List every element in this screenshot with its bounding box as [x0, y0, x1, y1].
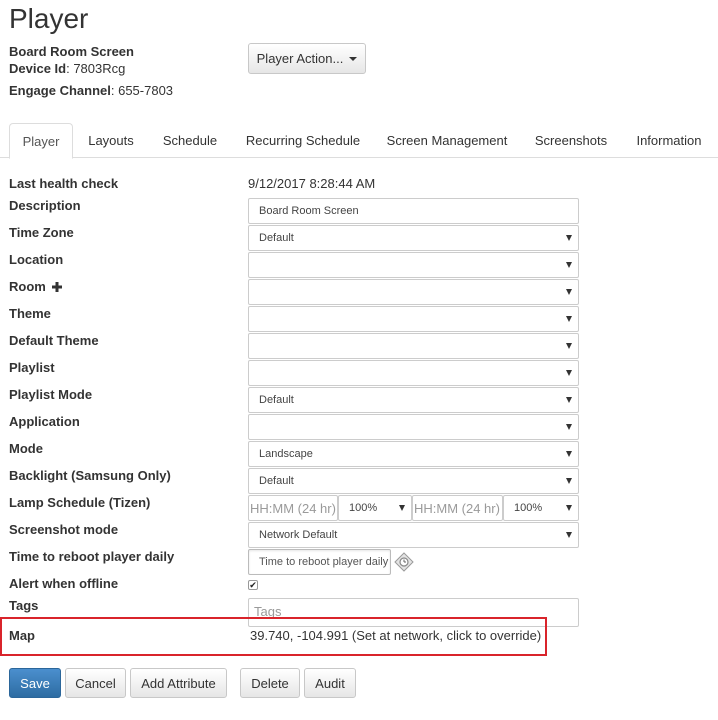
- tab-player[interactable]: Player: [9, 123, 73, 159]
- room-label-text: Room: [9, 279, 46, 294]
- dropdown-arrow-icon: [566, 478, 572, 484]
- last-health-check-label: Last health check: [9, 176, 119, 191]
- lamp-end-time-placeholder: HH:MM (24 hr): [414, 500, 500, 516]
- caret-down-icon: [349, 56, 358, 61]
- theme-select[interactable]: [248, 306, 579, 332]
- dropdown-arrow-icon: [566, 343, 572, 349]
- playlist-label: Playlist: [9, 360, 55, 375]
- device-id-line: Device Id: 7803Rcg: [9, 61, 126, 76]
- playlist-select[interactable]: [248, 360, 579, 386]
- dropdown-arrow-icon: [566, 235, 572, 241]
- dropdown-arrow-icon: [566, 370, 572, 376]
- dropdown-arrow-icon: [566, 397, 572, 403]
- dropdown-arrow-icon: [566, 532, 572, 538]
- engage-channel-value: 655-7803: [118, 83, 174, 98]
- time-zone-select[interactable]: Default: [248, 225, 579, 251]
- backlight-select[interactable]: Default: [248, 468, 579, 494]
- mode-label: Mode: [9, 441, 43, 456]
- tab-screen-management[interactable]: Screen Management: [380, 123, 514, 158]
- backlight-label: Backlight (Samsung Only): [9, 468, 171, 483]
- time-zone-value: Default: [259, 232, 294, 244]
- tab-layouts[interactable]: Layouts: [80, 123, 142, 158]
- mode-value: Landscape: [259, 448, 313, 460]
- screenshot-mode-select[interactable]: Network Default: [248, 522, 579, 548]
- tags-label: Tags: [9, 598, 39, 613]
- dropdown-arrow-icon: [399, 505, 405, 511]
- dropdown-arrow-icon: [566, 316, 572, 322]
- backlight-value: Default: [259, 475, 294, 487]
- engage-channel-label: Engage Channel: [9, 83, 111, 98]
- alert-offline-label: Alert when offline: [9, 576, 119, 591]
- description-input[interactable]: Board Room Screen: [248, 198, 579, 224]
- default-theme-label: Default Theme: [9, 333, 99, 348]
- dropdown-arrow-icon: [566, 424, 572, 430]
- room-label: Room: [9, 279, 63, 294]
- reboot-time-placeholder: Time to reboot player daily: [259, 556, 389, 568]
- lamp-start-level-value: 100%: [349, 502, 378, 514]
- location-label: Location: [9, 252, 64, 267]
- tab-bar: Player Layouts Schedule Recurring Schedu…: [0, 123, 718, 159]
- lamp-start-level-select[interactable]: 100%: [338, 495, 412, 521]
- description-value: Board Room Screen: [259, 205, 359, 217]
- playlist-mode-value: Default: [259, 394, 294, 406]
- device-id-value: 7803Rcg: [73, 61, 126, 76]
- dropdown-arrow-icon: [566, 505, 572, 511]
- player-action-label: Player Action...: [256, 51, 344, 66]
- plus-icon[interactable]: [52, 282, 63, 292]
- dropdown-arrow-icon: [566, 262, 572, 268]
- engage-channel-line: Engage Channel: 655-7803: [9, 83, 174, 98]
- description-label: Description: [9, 198, 81, 213]
- location-select[interactable]: [248, 252, 579, 278]
- tab-information[interactable]: Information: [628, 123, 710, 158]
- tab-recurring-schedule[interactable]: Recurring Schedule: [238, 123, 368, 158]
- screenshot-mode-value: Network Default: [259, 529, 338, 541]
- playlist-mode-select[interactable]: Default: [248, 387, 579, 413]
- time-zone-label: Time Zone: [9, 225, 74, 240]
- tab-schedule[interactable]: Schedule: [155, 123, 225, 158]
- time-picker-icon[interactable]: [394, 552, 414, 572]
- reboot-time-input[interactable]: Time to reboot player daily: [248, 549, 391, 575]
- delete-button[interactable]: Delete: [240, 668, 300, 698]
- playlist-mode-label: Playlist Mode: [9, 387, 93, 402]
- tab-screenshots[interactable]: Screenshots: [528, 123, 614, 158]
- audit-button[interactable]: Audit: [304, 668, 356, 698]
- player-action-button[interactable]: Player Action...: [248, 43, 366, 74]
- page-title: Player: [9, 3, 89, 34]
- mode-select[interactable]: Landscape: [248, 441, 579, 467]
- dropdown-arrow-icon: [566, 451, 572, 457]
- alert-offline-checkbox[interactable]: ✔: [248, 580, 258, 590]
- lamp-schedule-label: Lamp Schedule (Tizen): [9, 495, 151, 510]
- device-id-label: Device Id: [9, 61, 67, 76]
- lamp-end-time-input[interactable]: HH:MM (24 hr): [412, 495, 503, 521]
- lamp-start-time-placeholder: HH:MM (24 hr): [250, 500, 336, 516]
- add-attribute-button[interactable]: Add Attribute: [130, 668, 227, 698]
- reboot-time-label: Time to reboot player daily: [9, 549, 175, 564]
- lamp-end-level-value: 100%: [514, 502, 543, 514]
- application-label: Application: [9, 414, 80, 429]
- lamp-start-time-input[interactable]: HH:MM (24 hr): [248, 495, 338, 521]
- save-button[interactable]: Save: [9, 668, 61, 698]
- map-highlight-box: [0, 617, 547, 656]
- theme-label: Theme: [9, 306, 51, 321]
- check-icon: ✔: [249, 579, 257, 590]
- screenshot-mode-label: Screenshot mode: [9, 522, 119, 537]
- lamp-end-level-select[interactable]: 100%: [503, 495, 579, 521]
- room-select[interactable]: [248, 279, 579, 305]
- last-health-check-value: 9/12/2017 8:28:44 AM: [248, 176, 376, 191]
- device-name: Board Room Screen: [9, 44, 134, 59]
- dropdown-arrow-icon: [566, 289, 572, 295]
- default-theme-select[interactable]: [248, 333, 579, 359]
- cancel-button[interactable]: Cancel: [65, 668, 126, 698]
- application-select[interactable]: [248, 414, 579, 440]
